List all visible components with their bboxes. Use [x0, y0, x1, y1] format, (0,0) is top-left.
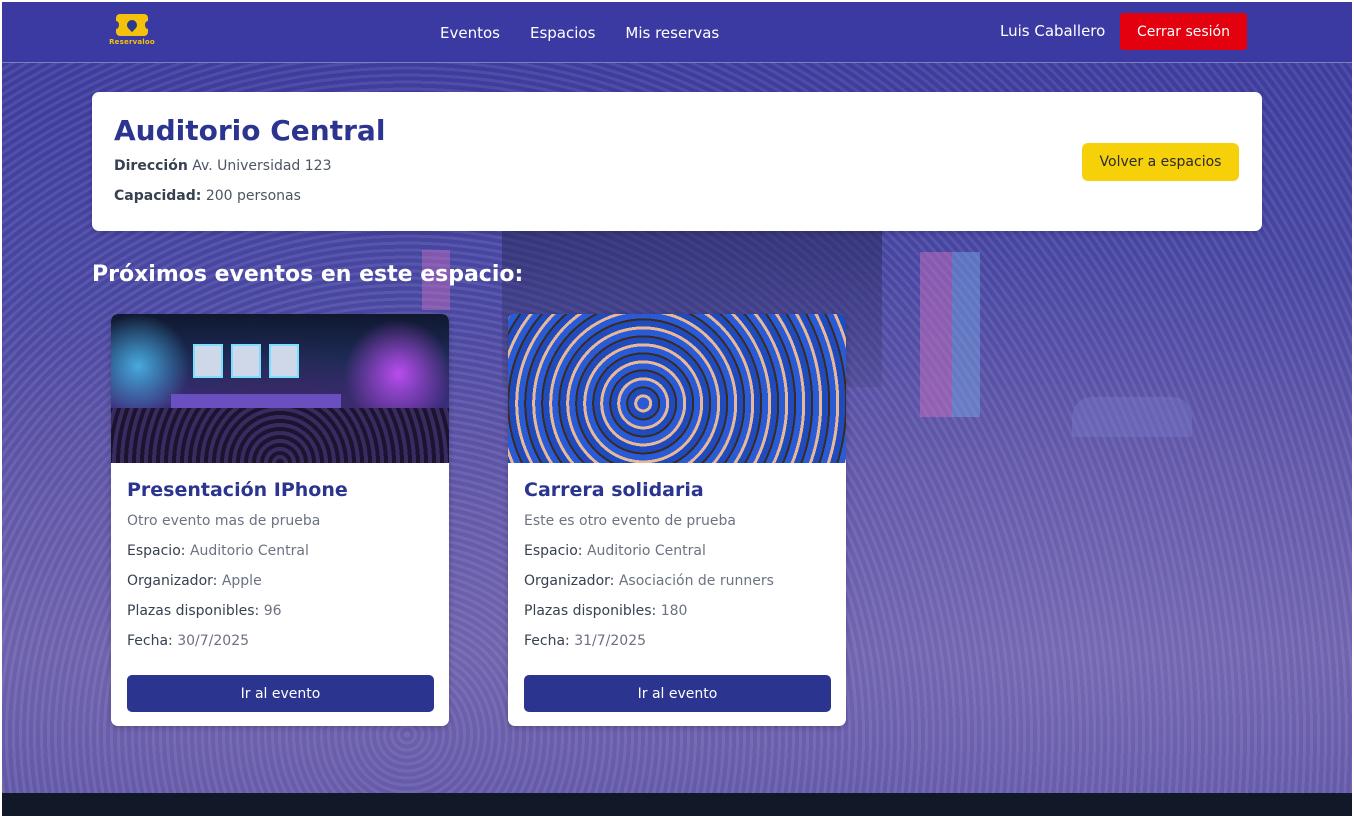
event-body: Carrera solidaria Este es otro evento de…	[524, 479, 830, 663]
main-nav: Eventos Espacios Mis reservas	[440, 2, 719, 63]
event-organizer: Organizador: Asociación de runners	[524, 573, 830, 603]
event-seats-value: 96	[263, 603, 282, 619]
event-organizer-label: Organizador:	[524, 573, 615, 589]
event-body: Presentación IPhone Otro evento mas de p…	[127, 479, 433, 663]
event-organizer: Organizador: Apple	[127, 573, 433, 603]
event-card: Carrera solidaria Este es otro evento de…	[508, 314, 846, 726]
nav-eventos[interactable]: Eventos	[440, 24, 500, 42]
logout-button[interactable]: Cerrar sesión	[1120, 13, 1247, 50]
logo-text: Reservaloo	[109, 38, 155, 46]
event-seats: Plazas disponibles: 96	[127, 603, 433, 633]
event-date-value: 30/7/2025	[177, 633, 250, 649]
event-description: Otro evento mas de prueba	[127, 513, 321, 529]
go-to-event-button[interactable]: Ir al evento	[524, 675, 831, 712]
nav-mis-reservas[interactable]: Mis reservas	[625, 24, 719, 42]
event-organizer-value: Apple	[221, 573, 262, 589]
background-banner	[952, 252, 980, 417]
event-title[interactable]: Presentación IPhone	[127, 479, 433, 501]
event-seats-label: Plazas disponibles:	[524, 603, 657, 619]
venue-card: Auditorio Central Dirección Av. Universi…	[92, 92, 1262, 231]
venue-title: Auditorio Central	[114, 114, 386, 147]
event-date: Fecha: 30/7/2025	[127, 633, 433, 663]
event-date: Fecha: 31/7/2025	[524, 633, 830, 663]
top-navbar: Reservaloo Eventos Espacios Mis reservas…	[2, 2, 1352, 63]
background-banner	[920, 252, 952, 417]
event-image	[508, 314, 846, 463]
event-date-label: Fecha:	[127, 633, 173, 649]
event-seats: Plazas disponibles: 180	[524, 603, 830, 633]
event-space: Espacio: Auditorio Central	[524, 543, 830, 573]
event-seats-label: Plazas disponibles:	[127, 603, 260, 619]
footer	[2, 793, 1352, 816]
event-seats-value: 180	[660, 603, 688, 619]
event-date-label: Fecha:	[524, 633, 570, 649]
venue-capacity-value: 200 personas	[205, 188, 301, 204]
user-name: Luis Caballero	[1000, 22, 1106, 40]
event-organizer-label: Organizador:	[127, 573, 218, 589]
go-to-event-button[interactable]: Ir al evento	[127, 675, 434, 712]
event-description: Este es otro evento de prueba	[524, 513, 737, 529]
venue-address-label: Dirección	[114, 158, 188, 174]
event-date-value: 31/7/2025	[574, 633, 647, 649]
logo[interactable]: Reservaloo	[106, 14, 158, 54]
background-tent	[1072, 397, 1192, 437]
section-title: Próximos eventos en este espacio:	[92, 262, 524, 287]
nav-espacios[interactable]: Espacios	[530, 24, 595, 42]
event-space-label: Espacio:	[127, 543, 186, 559]
venue-address-value: Av. Universidad 123	[192, 158, 332, 174]
event-space-value: Auditorio Central	[586, 543, 706, 559]
event-card: Presentación IPhone Otro evento mas de p…	[111, 314, 449, 726]
event-space: Espacio: Auditorio Central	[127, 543, 433, 573]
venue-capacity: Capacidad: 200 personas	[114, 188, 301, 204]
event-title[interactable]: Carrera solidaria	[524, 479, 830, 501]
event-space-label: Espacio:	[524, 543, 583, 559]
page: Reservaloo Eventos Espacios Mis reservas…	[2, 2, 1352, 816]
event-space-value: Auditorio Central	[189, 543, 309, 559]
event-image	[111, 314, 449, 463]
back-to-spaces-button[interactable]: Volver a espacios	[1082, 143, 1239, 181]
venue-address: Dirección Av. Universidad 123	[114, 158, 332, 174]
venue-capacity-label: Capacidad:	[114, 188, 202, 204]
ticket-pin-icon	[113, 14, 151, 36]
event-organizer-value: Asociación de runners	[618, 573, 774, 589]
